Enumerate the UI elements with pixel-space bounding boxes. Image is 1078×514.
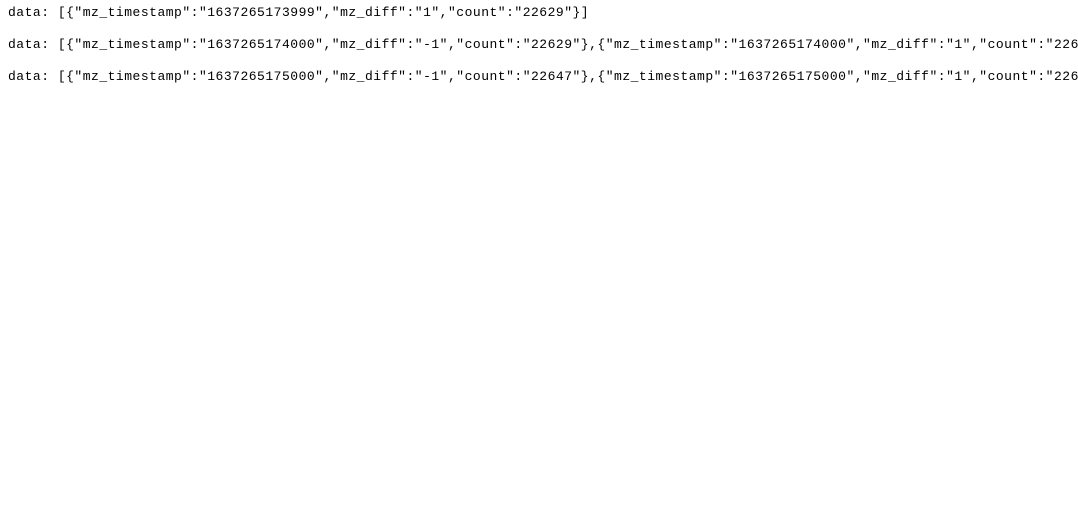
stream-prefix: data: [8, 69, 50, 84]
stream-line: data: [{"mz_timestamp":"1637265175000","… [8, 68, 1070, 86]
stream-line: data: [{"mz_timestamp":"1637265173999","… [8, 4, 1070, 22]
stream-prefix: data: [8, 37, 50, 52]
stream-output: data: [{"mz_timestamp":"1637265173999","… [8, 4, 1070, 87]
stream-payload: [{"mz_timestamp":"1637265173999","mz_dif… [58, 5, 589, 20]
stream-payload: [{"mz_timestamp":"1637265174000","mz_dif… [58, 37, 1078, 52]
stream-line: data: [{"mz_timestamp":"1637265174000","… [8, 36, 1070, 54]
stream-payload: [{"mz_timestamp":"1637265175000","mz_dif… [58, 69, 1078, 84]
stream-prefix: data: [8, 5, 50, 20]
